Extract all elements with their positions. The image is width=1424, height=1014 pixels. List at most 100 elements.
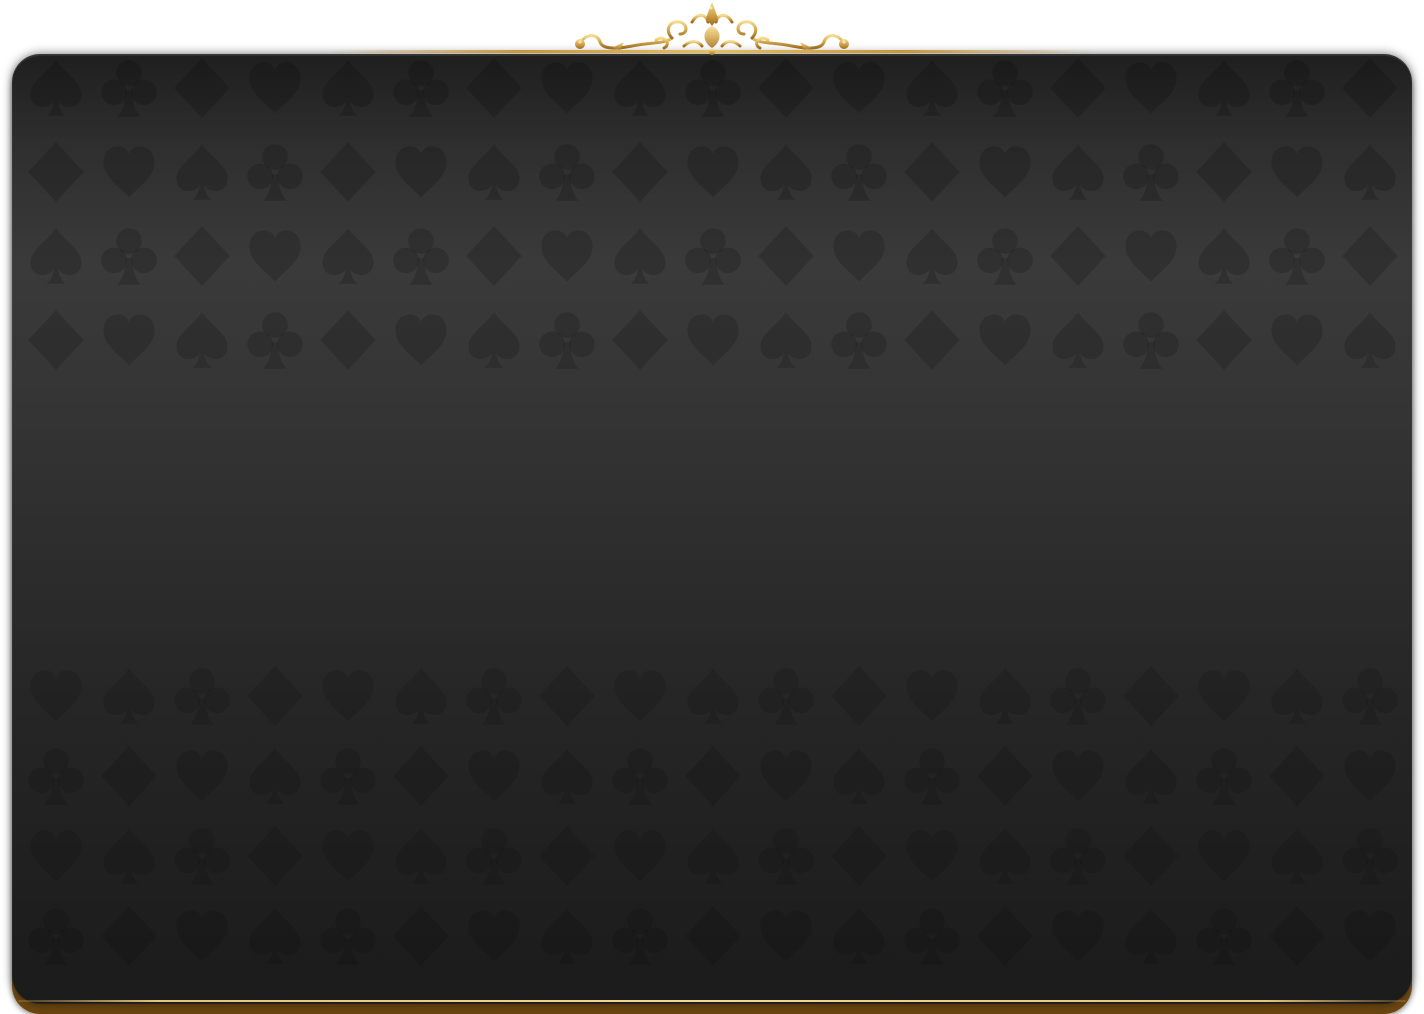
heart-icon bbox=[1125, 230, 1177, 282]
spade-icon bbox=[833, 748, 885, 804]
club-icon bbox=[101, 228, 157, 285]
spade-icon bbox=[760, 144, 812, 200]
heart-icon bbox=[103, 146, 155, 198]
spade-icon bbox=[1052, 144, 1104, 200]
club-icon bbox=[758, 828, 814, 885]
heart-icon bbox=[1052, 750, 1104, 802]
heart-icon bbox=[760, 910, 812, 962]
diamond-icon bbox=[174, 58, 230, 118]
heart-icon bbox=[1198, 670, 1250, 722]
spade-icon bbox=[1271, 828, 1323, 884]
heart-icon bbox=[1271, 146, 1323, 198]
heart-icon bbox=[30, 670, 82, 722]
spade-icon bbox=[1271, 668, 1323, 724]
heart-icon bbox=[103, 314, 155, 366]
club-icon bbox=[685, 60, 741, 117]
heart-icon bbox=[614, 830, 666, 882]
spade-icon bbox=[1198, 60, 1250, 116]
spade-icon bbox=[176, 144, 228, 200]
heart-icon bbox=[468, 750, 520, 802]
heart-icon bbox=[1344, 910, 1396, 962]
club-icon bbox=[1196, 748, 1252, 805]
club-icon bbox=[685, 228, 741, 285]
heart-icon bbox=[833, 62, 885, 114]
heart-icon bbox=[249, 62, 301, 114]
club-icon bbox=[977, 228, 1033, 285]
heart-icon bbox=[979, 314, 1031, 366]
club-icon bbox=[247, 312, 303, 369]
diamond-icon bbox=[320, 310, 376, 370]
diamond-icon bbox=[1050, 58, 1106, 118]
diamond-icon bbox=[904, 142, 960, 202]
spade-icon bbox=[30, 228, 82, 284]
diamond-icon bbox=[1050, 226, 1106, 286]
heart-icon bbox=[249, 230, 301, 282]
spade-icon bbox=[395, 668, 447, 724]
club-icon bbox=[393, 60, 449, 117]
diamond-icon bbox=[1123, 666, 1179, 726]
club-icon bbox=[831, 312, 887, 369]
spade-icon bbox=[468, 144, 520, 200]
club-icon bbox=[28, 908, 84, 965]
spade-icon bbox=[1125, 908, 1177, 964]
club-icon bbox=[1050, 668, 1106, 725]
diamond-icon bbox=[1342, 58, 1398, 118]
spade-icon bbox=[395, 828, 447, 884]
diamond-icon bbox=[831, 666, 887, 726]
diamond-icon bbox=[1269, 746, 1325, 806]
club-icon bbox=[1269, 228, 1325, 285]
spade-icon bbox=[176, 312, 228, 368]
heart-icon bbox=[395, 146, 447, 198]
spade-icon bbox=[906, 60, 958, 116]
spade-icon bbox=[541, 748, 593, 804]
club-icon bbox=[393, 228, 449, 285]
heart-icon bbox=[1198, 830, 1250, 882]
club-icon bbox=[466, 668, 522, 725]
spade-icon bbox=[249, 908, 301, 964]
club-icon bbox=[539, 144, 595, 201]
spade-icon bbox=[1344, 312, 1396, 368]
heart-icon bbox=[395, 314, 447, 366]
heart-icon bbox=[760, 750, 812, 802]
spade-icon bbox=[1344, 144, 1396, 200]
heart-icon bbox=[906, 830, 958, 882]
diamond-icon bbox=[174, 226, 230, 286]
heart-icon bbox=[687, 146, 739, 198]
club-icon bbox=[758, 668, 814, 725]
diamond-icon bbox=[1123, 826, 1179, 886]
club-icon bbox=[28, 748, 84, 805]
spade-icon bbox=[103, 828, 155, 884]
spade-icon bbox=[468, 312, 520, 368]
spade-icon bbox=[541, 908, 593, 964]
spade-icon bbox=[614, 60, 666, 116]
diamond-icon bbox=[612, 142, 668, 202]
diamond-icon bbox=[393, 906, 449, 966]
diamond-icon bbox=[539, 666, 595, 726]
heart-icon bbox=[541, 62, 593, 114]
diamond-icon bbox=[685, 906, 741, 966]
club-icon bbox=[174, 828, 230, 885]
club-icon bbox=[247, 144, 303, 201]
diamond-icon bbox=[247, 666, 303, 726]
diamond-icon bbox=[247, 826, 303, 886]
diamond-icon bbox=[831, 826, 887, 886]
diamond-icon bbox=[28, 142, 84, 202]
club-icon bbox=[320, 908, 376, 965]
diamond-icon bbox=[101, 746, 157, 806]
club-icon bbox=[1050, 828, 1106, 885]
diamond-icon bbox=[977, 746, 1033, 806]
diamond-icon bbox=[101, 906, 157, 966]
spade-icon bbox=[249, 748, 301, 804]
club-icon bbox=[1123, 144, 1179, 201]
club-icon bbox=[612, 908, 668, 965]
club-icon bbox=[174, 668, 230, 725]
club-icon bbox=[101, 60, 157, 117]
club-icon bbox=[904, 908, 960, 965]
spade-icon bbox=[833, 908, 885, 964]
club-icon bbox=[1196, 908, 1252, 965]
heart-icon bbox=[30, 830, 82, 882]
club-icon bbox=[1342, 828, 1398, 885]
club-icon bbox=[1123, 312, 1179, 369]
diamond-icon bbox=[977, 906, 1033, 966]
heart-icon bbox=[176, 910, 228, 962]
